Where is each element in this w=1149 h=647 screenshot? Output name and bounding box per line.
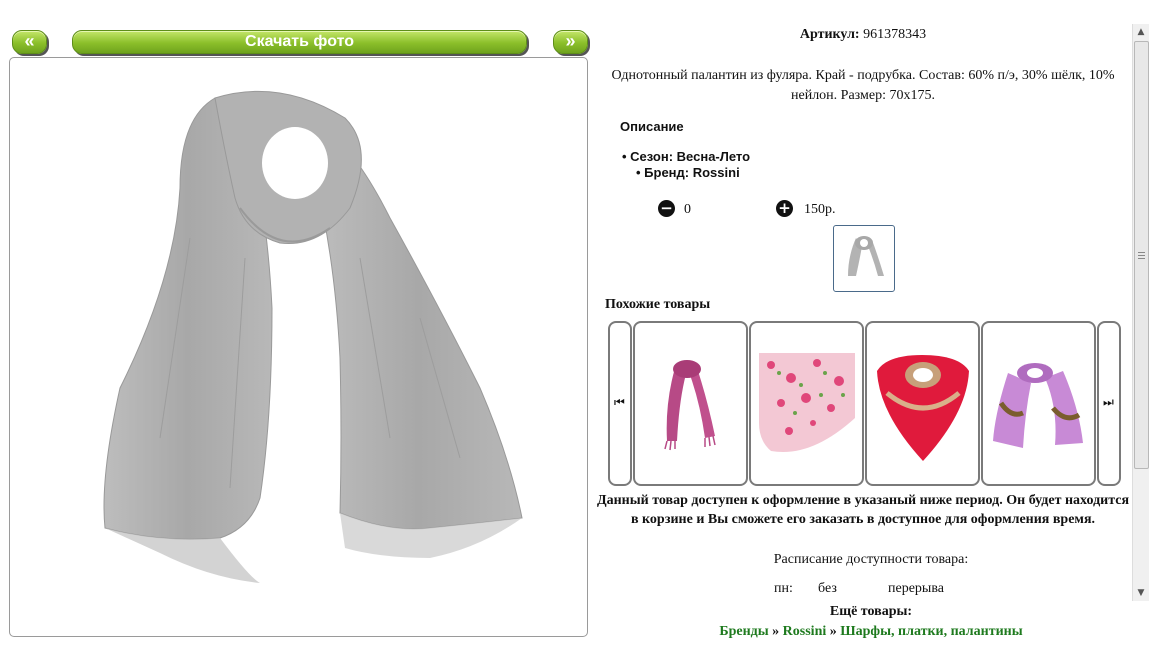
scroll-thumb[interactable]: [1134, 41, 1149, 469]
grey-scarf-image: [103, 90, 523, 583]
more-products-title: Ещё товары:: [829, 604, 913, 619]
scroll-down-icon[interactable]: ▼: [1133, 585, 1149, 601]
similar-item-red-paisley-shawl[interactable]: [865, 321, 980, 486]
minus-icon[interactable]: −: [658, 200, 675, 217]
breadcrumb-brands[interactable]: Бренды: [719, 624, 768, 639]
similar-item-pink-scarf[interactable]: [633, 321, 748, 486]
sku-label: Артикул:: [799, 27, 860, 42]
scroll-up-icon[interactable]: ▲: [1133, 24, 1149, 40]
product-summary: Однотонный палантин из фуляра. Край - по…: [611, 68, 1115, 103]
availability-notice: Данный товар доступен к оформление в ука…: [596, 493, 1130, 527]
schedule-start: без: [818, 581, 837, 596]
description-title: Описание: [620, 119, 684, 134]
similar-item-lilac-paisley-scarf[interactable]: [981, 321, 1096, 486]
price-value: 150р.: [804, 202, 836, 217]
main-product-photo[interactable]: [9, 57, 588, 637]
product-info-panel: Артикул: 961378343 Однотонный палантин и…: [596, 24, 1130, 601]
vertical-scrollbar[interactable]: ▲ ▼: [1132, 24, 1149, 601]
sku-value: 961378343: [863, 27, 927, 42]
prev-photo-button[interactable]: «: [12, 30, 47, 54]
schedule-end: перерыва: [888, 581, 944, 596]
schedule-day: пн:: [774, 581, 793, 596]
next-photo-button[interactable]: »: [553, 30, 588, 54]
similar-item-floral-shawl[interactable]: [749, 321, 864, 486]
breadcrumb: Бренды » Rossini » Шарфы, платки, палант…: [719, 624, 1023, 639]
similar-products-title: Похожие товары: [605, 297, 711, 312]
skip-forward-icon: ⏭: [1103, 395, 1114, 409]
attribute-brand: • Бренд: Rossini: [636, 165, 740, 180]
plus-icon[interactable]: +: [776, 200, 793, 217]
attribute-season: • Сезон: Весна-Лето: [622, 149, 751, 164]
download-photo-button[interactable]: Скачать фото: [72, 30, 527, 54]
breadcrumb-rossini[interactable]: Rossini: [783, 624, 827, 639]
breadcrumb-scarves[interactable]: Шарфы, платки, палантины: [840, 624, 1022, 639]
skip-back-icon: ⏮: [614, 395, 625, 409]
quantity-value: 0: [684, 202, 691, 217]
product-thumbnail[interactable]: [833, 225, 895, 292]
carousel-prev-button[interactable]: ⏮: [608, 321, 632, 486]
schedule-title: Расписание доступности товара:: [773, 552, 969, 567]
carousel-next-button[interactable]: ⏭: [1097, 321, 1121, 486]
